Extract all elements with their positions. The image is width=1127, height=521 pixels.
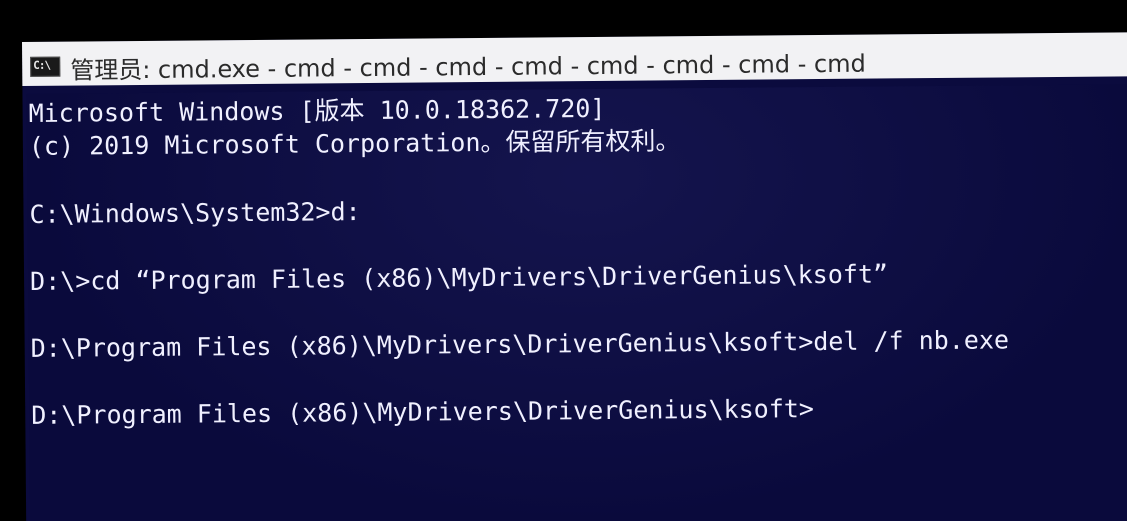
window-title: 管理员: cmd.exe - cmd - cmd - cmd - cmd - c… (70, 49, 866, 85)
cmd-icon[interactable]: C:\ (30, 56, 61, 77)
console-line-version: Microsoft Windows [版本 10.0.18362.720] (28, 93, 606, 128)
console-prompt[interactable]: D:\Program Files (x86)\MyDrivers\DriverG… (31, 392, 814, 432)
title-bar[interactable]: C:\ 管理员: cmd.exe - cmd - cmd - cmd - cmd… (22, 32, 1127, 86)
console-output[interactable]: Microsoft Windows [版本 10.0.18362.720] (c… (26, 84, 1127, 521)
console-line-copyright: (c) 2019 Microsoft Corporation。保留所有权利。 (28, 126, 681, 161)
console-line-command: D:\Program Files (x86)\MyDrivers\DriverG… (30, 325, 1010, 363)
console-line-command: C:\Windows\System32>d: (29, 197, 361, 229)
cmd-window[interactable]: C:\ 管理员: cmd.exe - cmd - cmd - cmd - cmd… (22, 32, 1127, 521)
screen-photo: C:\ 管理员: cmd.exe - cmd - cmd - cmd - cmd… (0, 0, 1127, 521)
monitor-bezel-left (0, 0, 24, 521)
console-line-command: D:\>cd “Program Files (x86)\MyDrivers\Dr… (29, 259, 889, 296)
cmd-icon-label: C:\ (33, 58, 51, 72)
